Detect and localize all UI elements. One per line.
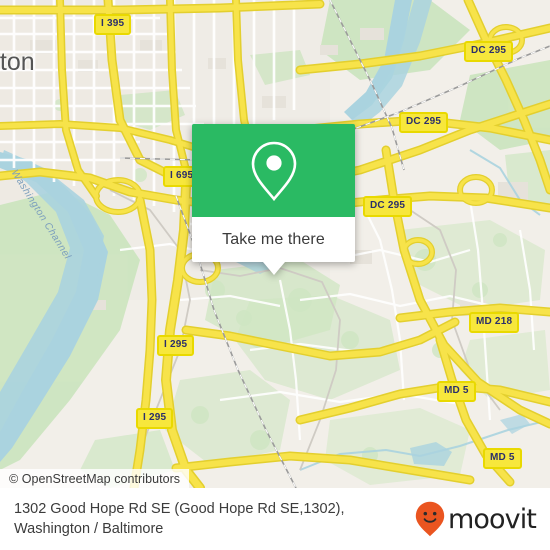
address-caption: 1302 Good Hope Rd SE (Good Hope Rd SE,13…	[14, 499, 415, 539]
map-attribution[interactable]: © OpenStreetMap contributors	[0, 469, 190, 488]
road-shield-md-5[interactable]: MD 5	[483, 448, 522, 469]
take-me-there-label: Take me there	[222, 230, 325, 248]
road-shield-md-218[interactable]: MD 218	[469, 312, 520, 333]
popup-pointer	[262, 262, 285, 275]
road-shield-dc-295[interactable]: DC 295	[464, 41, 514, 62]
road-shield-md-5[interactable]: MD 5	[437, 381, 476, 402]
moovit-pin-icon	[415, 501, 445, 537]
moovit-wordmark: moovit	[447, 503, 537, 535]
footer-bar: 1302 Good Hope Rd SE (Good Hope Rd SE,13…	[0, 488, 550, 550]
map-screenshot: gton Washington Channel I 395 DC 295 DC …	[0, 0, 550, 550]
location-popup-card[interactable]: Take me there	[192, 124, 355, 275]
address-line-1: 1302 Good Hope Rd SE (Good Hope Rd SE,13…	[14, 501, 345, 517]
road-shield-dc-295[interactable]: DC 295	[363, 196, 413, 217]
map-place-label: gton	[0, 48, 35, 76]
road-shield-i-295[interactable]: I 295	[157, 335, 195, 356]
popup-header	[192, 124, 355, 217]
moovit-logo[interactable]: moovit	[415, 501, 537, 537]
popup-footer[interactable]: Take me there	[192, 217, 355, 262]
road-shield-i-295[interactable]: I 295	[136, 408, 174, 429]
map-canvas[interactable]: gton Washington Channel I 395 DC 295 DC …	[0, 0, 550, 488]
map-pin-icon	[251, 141, 296, 201]
road-shield-i-395[interactable]: I 395	[94, 14, 132, 35]
road-shield-dc-295[interactable]: DC 295	[399, 112, 449, 133]
address-line-2: Washington / Baltimore	[14, 521, 164, 537]
